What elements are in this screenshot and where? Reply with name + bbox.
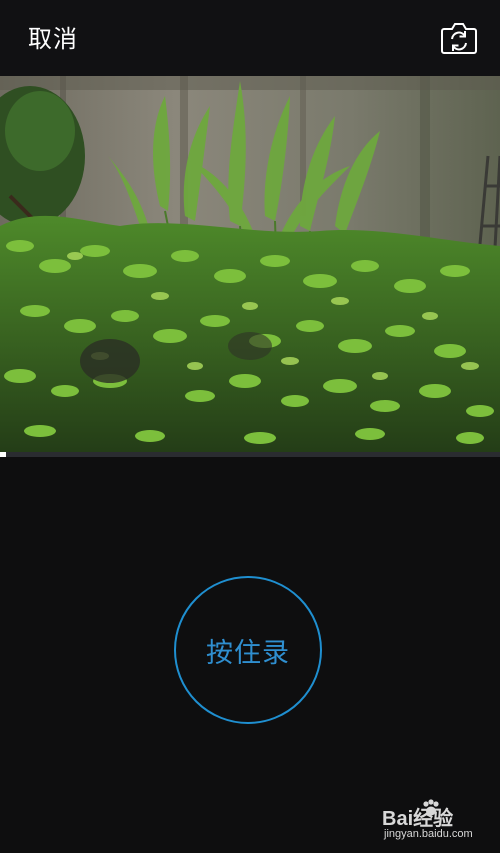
top-bar: 取消 — [0, 0, 500, 76]
watermark-brand: Bai经验 — [382, 808, 454, 830]
paw-icon — [423, 799, 439, 816]
cancel-button[interactable]: 取消 — [28, 22, 78, 56]
switch-camera-icon — [441, 23, 477, 54]
record-button-label: 按住录 — [206, 637, 290, 669]
baidu-jingyan-watermark: Bai经验 jingyan.baidu.com — [380, 799, 490, 844]
camera-preview — [0, 76, 500, 452]
watermark-url: jingyan.baidu.com — [384, 828, 473, 840]
hold-to-record-button[interactable]: 按住录 — [174, 576, 322, 724]
switch-camera-button[interactable] — [440, 20, 478, 56]
